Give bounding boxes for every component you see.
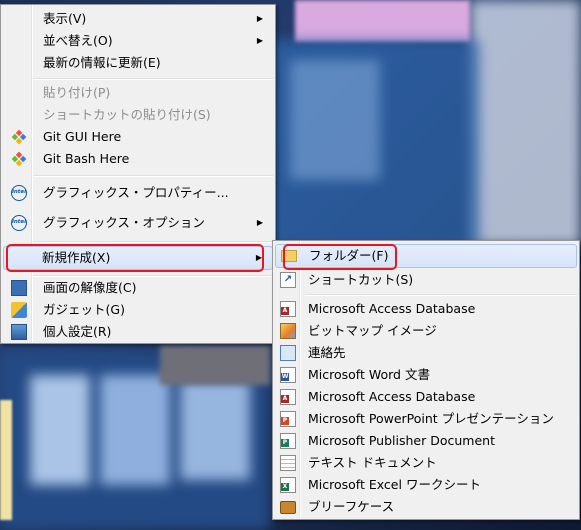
background-blur <box>0 400 12 520</box>
submenu-item-word-document[interactable]: W Microsoft Word 文書 <box>275 364 577 386</box>
menu-item-label: 連絡先 <box>308 345 346 360</box>
submenu-item-contact[interactable]: 連絡先 <box>275 342 577 364</box>
submenu-arrow-icon: ▶ <box>256 218 263 227</box>
menu-item-screen-resolution[interactable]: 画面の解像度(C) <box>3 277 273 299</box>
menu-item-paste-shortcut[interactable]: ショートカットの貼り付け(S) <box>3 104 273 126</box>
background-window <box>470 0 581 245</box>
git-bash-icon <box>11 151 27 167</box>
submenu-item-excel[interactable]: X Microsoft Excel ワークシート <box>275 474 577 496</box>
background-pink-panel <box>295 0 470 42</box>
personalize-icon <box>11 324 27 340</box>
menu-item-label: Microsoft Access Database <box>308 301 476 316</box>
menu-separator <box>305 294 577 296</box>
menu-separator <box>33 241 273 243</box>
submenu-item-briefcase[interactable]: ブリーフケース <box>275 496 577 518</box>
publisher-icon: P <box>280 433 296 449</box>
menu-item-git-gui[interactable]: Git GUI Here <box>3 126 273 148</box>
background-blur <box>160 345 270 385</box>
menu-item-label: Git GUI Here <box>43 129 122 144</box>
desktop-context-menu: 表示(V) ▶ 並べ替え(O) ▶ 最新の情報に更新(E) 貼り付け(P) ショ… <box>0 4 276 344</box>
highlight-annotation <box>6 244 264 272</box>
submenu-arrow-icon: ▶ <box>256 14 263 23</box>
intel-icon: intel <box>11 215 27 231</box>
shortcut-icon: ↗ <box>280 272 296 288</box>
menu-item-label: Microsoft Publisher Document <box>308 433 495 448</box>
menu-item-refresh[interactable]: 最新の情報に更新(E) <box>3 52 273 74</box>
menu-item-label: Microsoft PowerPoint プレゼンテーション <box>308 411 554 426</box>
submenu-arrow-icon: ▶ <box>256 36 263 45</box>
menu-item-label: 貼り付け(P) <box>43 85 111 100</box>
menu-item-gadgets[interactable]: ガジェット(G) <box>3 299 273 321</box>
menu-item-label: ブリーフケース <box>308 499 395 514</box>
menu-item-label: ガジェット(G) <box>43 302 125 317</box>
new-submenu: フォルダー(F) ↗ ショートカット(S) A Microsoft Access… <box>272 240 580 520</box>
menu-item-label: 表示(V) <box>43 11 87 26</box>
menu-item-label: ショートカット(S) <box>308 272 414 287</box>
intel-icon: intel <box>11 185 27 201</box>
menu-item-label: Git Bash Here <box>43 151 130 166</box>
menu-item-git-bash[interactable]: Git Bash Here <box>3 148 273 170</box>
menu-item-personalize[interactable]: 個人設定(R) <box>3 321 273 343</box>
background-blur <box>30 375 90 485</box>
menu-item-graphics-properties[interactable]: intel グラフィックス・プロパティー... <box>3 182 273 204</box>
powerpoint-icon: P <box>280 411 296 427</box>
access-icon: A <box>280 301 296 317</box>
excel-icon: X <box>280 477 296 493</box>
menu-item-label: グラフィックス・プロパティー... <box>43 185 229 200</box>
submenu-item-text-document[interactable]: テキスト ドキュメント <box>275 452 577 474</box>
submenu-item-publisher[interactable]: P Microsoft Publisher Document <box>275 430 577 452</box>
submenu-item-shortcut[interactable]: ↗ ショートカット(S) <box>275 269 577 291</box>
menu-item-label: ビットマップ イメージ <box>308 323 437 338</box>
menu-separator <box>33 175 273 177</box>
background-blur <box>100 375 170 485</box>
text-document-icon <box>280 455 296 471</box>
submenu-item-powerpoint[interactable]: P Microsoft PowerPoint プレゼンテーション <box>275 408 577 430</box>
menu-item-sort-by[interactable]: 並べ替え(O) ▶ <box>3 30 273 52</box>
menu-item-view[interactable]: 表示(V) ▶ <box>3 8 273 30</box>
background-blur <box>290 60 380 180</box>
menu-item-label: 最新の情報に更新(E) <box>43 55 161 70</box>
menu-item-label: Microsoft Word 文書 <box>308 367 430 382</box>
menu-item-paste[interactable]: 貼り付け(P) <box>3 82 273 104</box>
access-icon: A <box>280 389 296 405</box>
submenu-item-access-database-2[interactable]: A Microsoft Access Database <box>275 386 577 408</box>
menu-item-label: 並べ替え(O) <box>43 33 113 48</box>
background-blur <box>180 380 250 480</box>
menu-item-label: グラフィックス・オプション <box>43 215 205 230</box>
git-gui-icon <box>11 129 27 145</box>
menu-item-graphics-options[interactable]: intel グラフィックス・オプション ▶ <box>3 212 273 234</box>
menu-item-label: 個人設定(R) <box>43 324 112 339</box>
word-icon: W <box>280 367 296 383</box>
contact-icon <box>280 345 296 361</box>
briefcase-icon <box>280 501 296 514</box>
menu-item-label: Microsoft Excel ワークシート <box>308 477 481 492</box>
menu-item-label: ショートカットの貼り付け(S) <box>43 107 211 122</box>
menu-item-label: Microsoft Access Database <box>308 389 476 404</box>
bitmap-icon <box>280 323 296 339</box>
menu-item-label: テキスト ドキュメント <box>308 455 437 470</box>
highlight-annotation <box>283 244 397 270</box>
menu-item-label: 画面の解像度(C) <box>43 280 137 295</box>
gadget-icon <box>11 302 27 318</box>
submenu-item-access-database[interactable]: A Microsoft Access Database <box>275 298 577 320</box>
display-icon <box>11 280 27 296</box>
menu-separator <box>33 78 273 80</box>
submenu-item-bitmap[interactable]: ビットマップ イメージ <box>275 320 577 342</box>
